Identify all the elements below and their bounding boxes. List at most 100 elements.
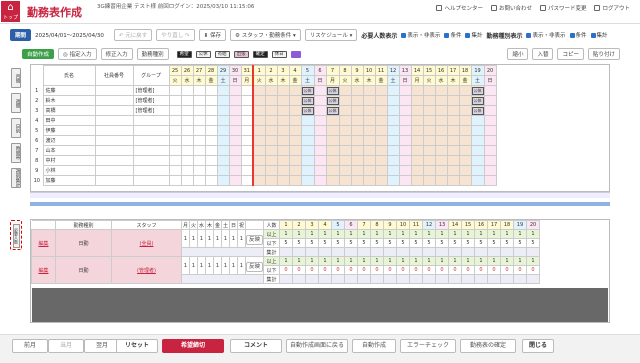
shift-cell[interactable] (228, 145, 242, 156)
logout-link[interactable]: ログアウト (594, 4, 630, 12)
required-count-cell[interactable] (370, 274, 385, 284)
shift-cell[interactable] (313, 95, 327, 106)
shift-cell[interactable] (422, 95, 436, 106)
required-count-cell[interactable]: 0 (500, 265, 515, 275)
shift-cell[interactable] (276, 155, 290, 166)
shift-cell[interactable] (386, 125, 400, 136)
shift-cell[interactable] (470, 165, 485, 176)
weekday-count[interactable]: 1 (229, 256, 238, 275)
shift-cell[interactable] (350, 175, 364, 186)
day-header[interactable]: 15 (422, 65, 436, 76)
required-count-cell[interactable]: 1 (474, 229, 489, 239)
shift-cell[interactable] (240, 135, 254, 146)
contact-link[interactable]: お問い合わせ (490, 4, 532, 12)
required-count-cell[interactable] (487, 247, 502, 257)
shift-cell[interactable]: 公休 (300, 85, 315, 96)
shift-cell[interactable] (192, 125, 206, 136)
shift-cell[interactable] (374, 105, 388, 116)
shift-cell[interactable] (374, 175, 388, 186)
shift-cell[interactable] (398, 165, 412, 176)
shift-cell[interactable] (350, 155, 364, 166)
shift-cell[interactable] (446, 125, 460, 136)
required-count-cell[interactable]: 1 (435, 229, 450, 239)
required-count-cell[interactable] (474, 247, 489, 257)
side-tab-monthly[interactable]: 月間 (11, 68, 21, 88)
correction-input-button[interactable]: 修正入力 (100, 48, 133, 60)
shift-cell[interactable] (434, 135, 448, 146)
shift-cell[interactable] (180, 135, 194, 146)
required-count-cell[interactable] (370, 247, 385, 257)
day-header[interactable]: 11 (374, 65, 388, 76)
shift-cell[interactable] (204, 135, 218, 146)
shift-total-checkbox[interactable]: 集計 (590, 31, 608, 39)
required-count-cell[interactable]: 0 (305, 265, 320, 275)
shift-cell[interactable] (410, 85, 424, 96)
day-header[interactable]: 13 (398, 65, 412, 76)
home-button[interactable]: ⌂ トップへ (1, 1, 20, 28)
required-count-cell[interactable]: 1 (513, 229, 528, 239)
shift-cell[interactable] (252, 115, 266, 126)
required-count-cell[interactable] (318, 247, 333, 257)
auto-create-button[interactable]: 自動作成 (22, 49, 55, 59)
weekday-count[interactable]: 1 (197, 229, 206, 248)
copy-button[interactable]: コピー (557, 48, 584, 60)
required-count-cell[interactable]: 5 (318, 238, 333, 248)
required-count-cell[interactable]: 0 (331, 265, 346, 275)
required-count-cell[interactable]: 1 (448, 229, 463, 239)
shift-cell[interactable] (422, 155, 436, 166)
required-count-cell[interactable] (435, 274, 450, 284)
shift-cell[interactable] (483, 165, 497, 176)
shift-cell[interactable] (313, 175, 327, 186)
required-count-cell[interactable] (396, 247, 411, 257)
shift-cell[interactable] (350, 145, 364, 156)
required-count-cell[interactable] (461, 274, 476, 284)
shift-cell[interactable] (204, 105, 218, 116)
shift-cell[interactable] (434, 85, 448, 96)
required-count-cell[interactable]: 0 (513, 265, 528, 275)
shift-cell[interactable] (386, 155, 400, 166)
shift-cell[interactable] (300, 115, 315, 126)
required-count-cell[interactable] (500, 247, 515, 257)
shift-cell[interactable] (446, 155, 460, 166)
required-count-cell[interactable] (474, 274, 489, 284)
shift-cell[interactable]: 公休 (470, 105, 485, 116)
required-count-cell[interactable] (305, 274, 320, 284)
required-row[interactable]: 編集 日勤 (全員) 1 1 1 1 1 1 1 1 反映 以上 1 1 1 1 1 1 1 1 1 1 1 1 1 1 1 1 1 1 1 1 (31, 229, 541, 257)
required-count-cell[interactable]: 1 (305, 229, 320, 239)
shift-cell[interactable] (422, 165, 436, 176)
shift-cell[interactable] (374, 95, 388, 106)
day-header[interactable]: 18 (458, 65, 472, 76)
comment-button[interactable]: コメント (230, 339, 282, 353)
shift-cell[interactable] (276, 135, 290, 146)
weekday-count[interactable]: 1 (213, 256, 222, 275)
shift-cell[interactable] (192, 155, 206, 166)
day-header[interactable]: 27 (192, 65, 206, 76)
shift-cell[interactable] (362, 105, 376, 116)
shift-cell[interactable] (180, 125, 194, 136)
required-count-cell[interactable]: 1 (357, 229, 372, 239)
required-count-cell[interactable] (279, 274, 294, 284)
required-count-cell[interactable] (279, 247, 294, 257)
weekday-count[interactable]: 1 (205, 256, 214, 275)
shift-cell[interactable] (240, 95, 254, 106)
shift-cell[interactable] (434, 165, 448, 176)
side-tab-weekly-total[interactable]: 週別集計 (11, 168, 21, 188)
shift-cell[interactable] (325, 145, 340, 156)
confirm-schedule-button[interactable]: 勤務表の確定 (460, 339, 516, 353)
shift-cell[interactable] (483, 95, 497, 106)
shift-cell[interactable] (204, 155, 218, 166)
shift-cell[interactable] (168, 145, 182, 156)
required-count-cell[interactable]: 1 (422, 229, 437, 239)
shift-cell[interactable] (338, 165, 352, 176)
shift-cell[interactable] (168, 125, 182, 136)
shift-cell[interactable] (228, 125, 242, 136)
required-count-cell[interactable]: 1 (435, 256, 450, 266)
required-count-cell[interactable]: 5 (487, 238, 502, 248)
shift-cell[interactable] (168, 135, 182, 146)
required-count-cell[interactable]: 1 (396, 229, 411, 239)
shift-cell[interactable] (362, 145, 376, 156)
shift-cell[interactable] (362, 95, 376, 106)
staff-condition-select[interactable]: ⚙ スタッフ・勤務条件 ▾ (230, 29, 301, 41)
shift-cell[interactable] (458, 155, 472, 166)
required-count-cell[interactable]: 5 (409, 238, 424, 248)
